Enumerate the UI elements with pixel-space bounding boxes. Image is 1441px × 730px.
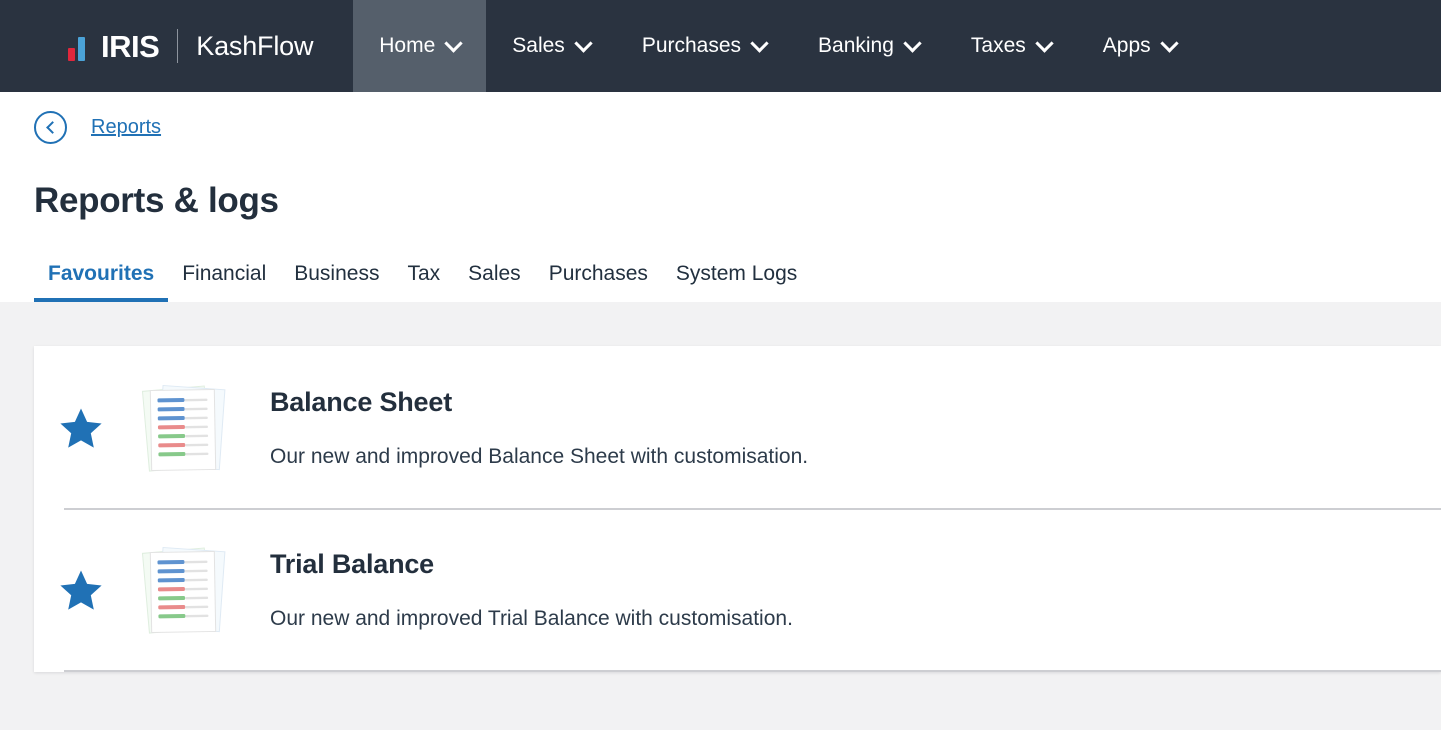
- report-title[interactable]: Trial Balance: [270, 549, 1441, 580]
- report-documents-icon: [128, 540, 238, 640]
- logo-bar-red: [68, 48, 75, 61]
- brand-logo-area[interactable]: IRIS KashFlow: [0, 0, 353, 92]
- tab-favourites[interactable]: Favourites: [34, 262, 169, 302]
- brand-divider: [177, 29, 179, 63]
- logo-bar-blue: [78, 37, 85, 61]
- report-title[interactable]: Balance Sheet: [270, 387, 1441, 418]
- favourite-star-button[interactable]: [34, 569, 128, 611]
- nav-item-home[interactable]: Home: [353, 0, 487, 92]
- chevron-down-icon: [574, 33, 593, 53]
- favourite-star-button[interactable]: [34, 407, 128, 449]
- top-navigation-bar: IRIS KashFlow Home Sales Purchases Banki…: [0, 0, 1441, 92]
- brand-name-kashflow: KashFlow: [196, 30, 314, 61]
- breadcrumb: Reports: [34, 92, 1407, 144]
- nav-item-purchases-label: Purchases: [641, 34, 742, 57]
- brand-name-iris: IRIS: [101, 28, 160, 64]
- back-circle-chevron-icon[interactable]: [34, 111, 67, 144]
- page-header: Reports Reports & logs Favourites Financ…: [0, 92, 1441, 302]
- tab-business[interactable]: Business: [280, 262, 393, 302]
- nav-item-banking[interactable]: Banking: [792, 0, 945, 92]
- content-area: Balance Sheet Our new and improved Balan…: [0, 302, 1441, 730]
- breadcrumb-link-reports[interactable]: Reports: [91, 116, 161, 139]
- page-title: Reports & logs: [34, 181, 279, 220]
- main-menu: Home Sales Purchases Banking Taxes Apps: [353, 0, 1201, 92]
- chevron-down-icon: [444, 33, 463, 53]
- nav-item-taxes-label: Taxes: [970, 34, 1026, 57]
- nav-item-home-label: Home: [379, 34, 436, 57]
- report-description: Our new and improved Trial Balance with …: [270, 607, 793, 630]
- report-list-item[interactable]: Trial Balance Our new and improved Trial…: [34, 508, 1441, 670]
- tab-sales[interactable]: Sales: [454, 262, 535, 302]
- nav-item-apps-label: Apps: [1102, 34, 1151, 57]
- list-bottom-divider: [64, 670, 1441, 672]
- report-list-item[interactable]: Balance Sheet Our new and improved Balan…: [34, 346, 1441, 508]
- reports-list-card: Balance Sheet Our new and improved Balan…: [34, 346, 1441, 672]
- nav-item-sales[interactable]: Sales: [486, 0, 616, 92]
- report-description: Our new and improved Balance Sheet with …: [270, 445, 809, 468]
- chevron-down-icon: [750, 33, 769, 53]
- report-text-block: Trial Balance Our new and improved Trial…: [238, 549, 1441, 631]
- chevron-down-icon: [903, 33, 922, 53]
- chevron-down-icon: [1035, 33, 1054, 53]
- tab-purchases[interactable]: Purchases: [535, 262, 662, 302]
- chevron-left-icon: [46, 121, 59, 134]
- tab-financial[interactable]: Financial: [168, 262, 280, 302]
- star-filled-icon: [60, 408, 102, 448]
- chevron-down-icon: [1159, 33, 1179, 53]
- report-documents-icon: [128, 378, 238, 478]
- nav-item-apps[interactable]: Apps: [1077, 0, 1202, 92]
- iris-bars-logo-icon: [68, 31, 85, 61]
- report-text-block: Balance Sheet Our new and improved Balan…: [238, 387, 1441, 469]
- tab-tax[interactable]: Tax: [393, 262, 454, 302]
- nav-item-sales-label: Sales: [512, 34, 565, 57]
- nav-item-purchases[interactable]: Purchases: [616, 0, 792, 92]
- report-category-tabs: Favourites Financial Business Tax Sales …: [34, 255, 1407, 302]
- nav-item-taxes[interactable]: Taxes: [945, 0, 1077, 92]
- nav-item-banking-label: Banking: [818, 34, 894, 57]
- star-filled-icon: [60, 570, 102, 610]
- tab-system-logs[interactable]: System Logs: [662, 262, 811, 302]
